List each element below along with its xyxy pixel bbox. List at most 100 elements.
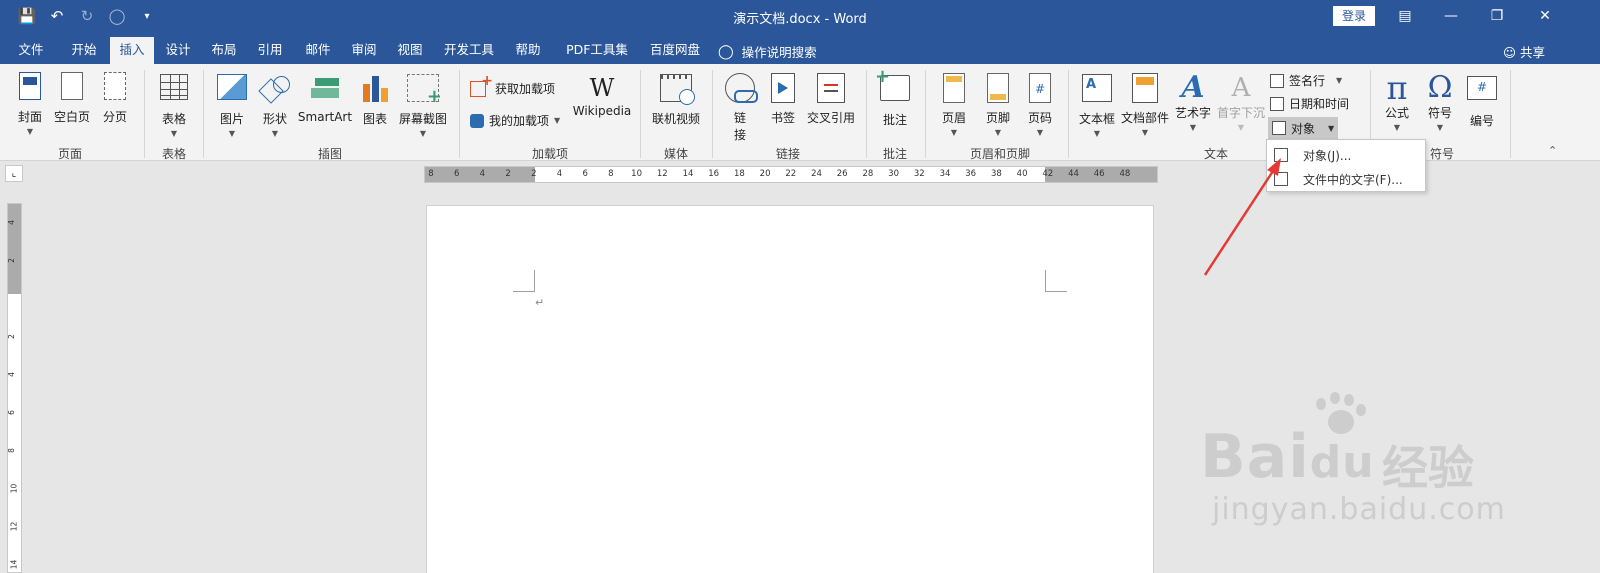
group-label-comments: 批注 xyxy=(882,147,907,161)
text-from-file-label: 文件中的文字(F)... xyxy=(1303,172,1403,187)
chevron-down-icon: ▼ xyxy=(170,129,178,138)
dropcap-label: 首字下沉 xyxy=(1216,106,1265,120)
ribbon-display-icon[interactable]: ▤ xyxy=(1382,4,1428,28)
numbering-button[interactable]: # 编号 xyxy=(1464,72,1500,129)
screenshot-button[interactable]: 屏幕截图 ▼ xyxy=(396,72,450,138)
ruler-number: 32 xyxy=(913,169,925,179)
comment-button[interactable]: 批注 xyxy=(875,66,914,128)
ruler-number: 2 xyxy=(505,169,511,179)
picture-button[interactable]: 图片 ▼ xyxy=(214,72,250,138)
cover-page-button[interactable]: 封面 ▼ xyxy=(12,72,48,136)
tab-review[interactable]: 审阅 xyxy=(344,37,384,64)
online-video-button[interactable]: 联机视频 xyxy=(650,72,702,127)
cross-reference-button[interactable]: 交叉引用 xyxy=(804,72,858,126)
page-number-icon xyxy=(1029,73,1051,103)
tab-mailings[interactable]: 邮件 xyxy=(296,37,340,64)
equation-button[interactable]: π 公式 ▼ xyxy=(1378,72,1416,132)
textbox-button[interactable]: 文本框 ▼ xyxy=(1076,72,1118,138)
collapse-ribbon-icon[interactable]: ⌃ xyxy=(1548,144,1557,157)
ruler-number: 38 xyxy=(990,169,1002,179)
lightbulb-icon: ◯ xyxy=(718,43,734,60)
ruler-number: 6 xyxy=(582,169,588,179)
footer-button[interactable]: 页脚 ▼ xyxy=(980,72,1016,137)
tab-developer[interactable]: 开发工具 xyxy=(436,37,502,64)
group-divider xyxy=(459,70,460,158)
tab-help[interactable]: 帮助 xyxy=(506,37,550,64)
tab-design[interactable]: 设计 xyxy=(158,37,198,64)
ruler-number: 6 xyxy=(453,169,460,179)
tab-selector[interactable]: ⌞ xyxy=(5,165,23,182)
ruler-number: 14 xyxy=(9,559,19,570)
wordart-button[interactable]: A 艺术字 ▼ xyxy=(1172,70,1214,133)
ruler-number: 48 xyxy=(1119,169,1131,179)
page-number-button[interactable]: 页码 ▼ xyxy=(1022,72,1058,137)
wikipedia-button[interactable]: W Wikipedia xyxy=(570,74,634,118)
dropcap-button[interactable]: A 首字下沉 ▼ xyxy=(1216,72,1266,132)
tab-insert[interactable]: 插入 xyxy=(110,37,154,64)
tab-layout[interactable]: 布局 xyxy=(204,37,244,64)
group-label-pages: 页面 xyxy=(57,147,82,161)
chevron-down-icon: ▼ xyxy=(950,128,958,137)
blank-page-button[interactable]: 空白页 xyxy=(52,72,92,125)
ruler-number: 26 xyxy=(836,169,848,179)
document-page[interactable]: ↵ xyxy=(426,205,1154,573)
object-dropdown-menu: 对象(J)... 文件中的文字(F)... xyxy=(1266,139,1426,192)
ruler-number: 34 xyxy=(939,169,951,179)
tab-view[interactable]: 视图 xyxy=(390,37,430,64)
online-video-label: 联机视频 xyxy=(651,112,700,126)
date-time-button[interactable]: 日期和时间 xyxy=(1270,95,1349,112)
bookmark-label: 书签 xyxy=(770,111,795,125)
tab-home[interactable]: 开始 xyxy=(60,37,108,64)
pi-icon: π xyxy=(1386,69,1408,107)
insert-object-item[interactable]: 对象(J)... xyxy=(1267,143,1425,167)
table-button[interactable]: 表格 ▼ xyxy=(154,72,194,138)
group-label-addins: 加载项 xyxy=(531,147,568,161)
footer-icon xyxy=(987,73,1009,103)
wordart-icon: A xyxy=(1181,70,1205,105)
login-button[interactable]: 登录 xyxy=(1333,6,1375,26)
group-divider xyxy=(144,70,145,158)
quick-parts-icon xyxy=(1132,73,1158,103)
share-button[interactable]: ☺ 共享 xyxy=(1503,42,1545,61)
link-button[interactable]: 链 接 xyxy=(722,72,758,143)
ruler-number: 18 xyxy=(733,169,745,179)
chart-button[interactable]: 图表 xyxy=(358,72,392,127)
text-from-file-item[interactable]: 文件中的文字(F)... xyxy=(1267,167,1425,191)
object-button[interactable]: 对象 ▼ xyxy=(1268,117,1339,139)
cover-page-label: 封面 xyxy=(17,110,42,124)
group-label-header-footer: 页眉和页脚 xyxy=(969,147,1030,161)
quick-parts-button[interactable]: 文档部件 ▼ xyxy=(1120,72,1170,137)
tab-pdf-tools[interactable]: PDF工具集 xyxy=(556,37,638,64)
tell-me-search[interactable]: ◯ 操作说明搜索 xyxy=(718,42,817,61)
signature-line-button[interactable]: 签名行 ▼ xyxy=(1270,72,1342,89)
horizontal-ruler[interactable]: 8 6 4 2 2 4 6 8 10 12 14 16 18 20 22 24 26 28 30 32 34 36 38 40… xyxy=(424,166,1158,183)
my-addins-button[interactable]: 我的加载项 ▼ xyxy=(470,112,560,129)
text-file-icon xyxy=(1274,172,1288,186)
page-break-label: 分页 xyxy=(102,110,127,124)
shapes-button[interactable]: 形状 ▼ xyxy=(256,72,294,138)
minimize-icon[interactable]: — xyxy=(1428,4,1474,28)
ruler-number: 12 xyxy=(656,169,668,179)
close-icon[interactable]: ✕ xyxy=(1522,4,1568,28)
tab-baidu-netdisk[interactable]: 百度网盘 xyxy=(640,37,710,64)
chevron-down-icon: ▼ xyxy=(1093,129,1101,138)
restore-icon[interactable]: ❐ xyxy=(1474,4,1520,28)
chart-icon xyxy=(360,74,390,102)
get-addins-button[interactable]: 获取加载项 xyxy=(470,73,555,97)
tab-references[interactable]: 引用 xyxy=(250,37,290,64)
page-break-button[interactable]: 分页 xyxy=(98,72,132,125)
ruler-number: 4 xyxy=(556,169,563,179)
chevron-down-icon: ▼ xyxy=(1036,128,1044,137)
vertical-ruler[interactable]: 4 2 2 4 6 8 10 12 14 xyxy=(7,203,22,573)
smartart-button[interactable]: SmartArt xyxy=(296,72,354,124)
chevron-down-icon: ▼ xyxy=(1436,123,1444,132)
symbol-button[interactable]: Ω 符号 ▼ xyxy=(1422,72,1458,133)
chevron-down-icon: ▼ xyxy=(228,129,236,138)
header-button[interactable]: 页眉 ▼ xyxy=(936,72,972,137)
chevron-down-icon: ▼ xyxy=(1328,123,1335,133)
bookmark-button[interactable]: 书签 xyxy=(766,72,800,126)
tab-file[interactable]: 文件 xyxy=(10,37,52,64)
cross-reference-label: 交叉引用 xyxy=(806,111,855,125)
ruler-number: 6 xyxy=(6,410,16,415)
ruler-number: 4 xyxy=(6,220,16,225)
